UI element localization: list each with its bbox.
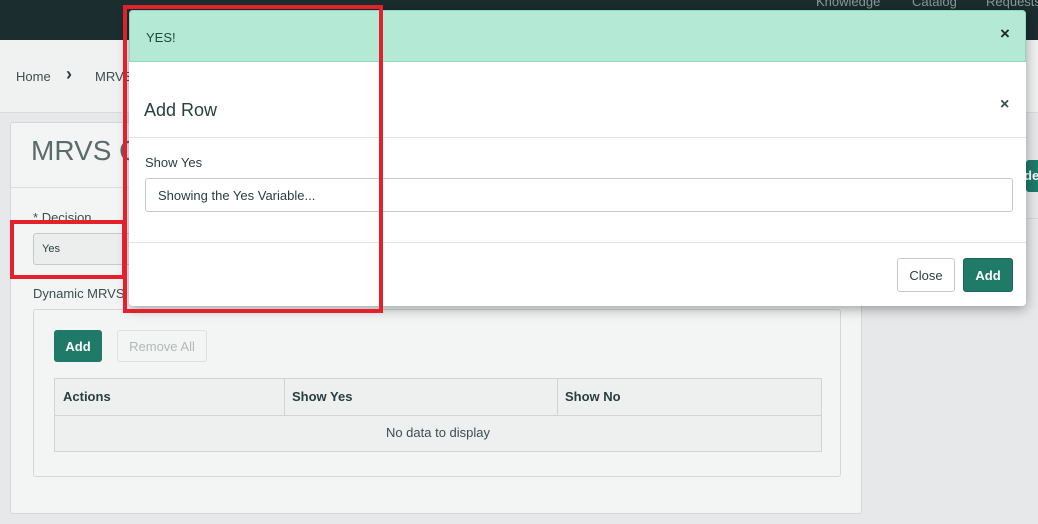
divider (129, 137, 1026, 138)
page-title: MRVS Q (31, 135, 141, 166)
side-action-button[interactable]: de (1026, 160, 1038, 192)
decision-value: Yes (42, 243, 60, 255)
column-divider (557, 379, 558, 415)
empty-message: No data to display (385, 425, 491, 440)
decision-select[interactable]: Yes (33, 233, 143, 265)
mrvs-container: Add Remove All Actions Show Yes Show No … (33, 309, 841, 477)
show-yes-input[interactable] (145, 178, 1013, 212)
column-show-no: Show No (565, 389, 621, 404)
column-divider (284, 379, 285, 415)
required-marker: * (33, 210, 39, 225)
success-alert: YES! × (129, 10, 1026, 62)
remove-all-button[interactable]: Remove All (117, 330, 207, 362)
nav-requests[interactable]: Requests (986, 0, 1038, 9)
nav-knowledge[interactable]: Knowledge (816, 0, 880, 9)
modal-close-icon[interactable]: × (1000, 96, 1009, 114)
column-show-yes: Show Yes (292, 389, 353, 404)
mrvs-table: Actions Show Yes Show No No data to disp… (54, 378, 822, 452)
breadcrumb-current[interactable]: MRVS (95, 69, 132, 84)
chevron-right-icon: › (66, 64, 72, 84)
add-button[interactable]: Add (963, 258, 1013, 292)
add-row-modal: YES! × Add Row × Show Yes Close Add (129, 10, 1026, 306)
breadcrumb-home[interactable]: Home (16, 69, 51, 84)
alert-message: YES! (146, 30, 176, 45)
show-yes-label: Show Yes (145, 155, 203, 170)
alert-close-icon[interactable]: × (1000, 24, 1010, 44)
side-action-label: de (1026, 168, 1038, 183)
add-row-button[interactable]: Add (54, 330, 102, 362)
decision-label: * Decision (33, 210, 92, 225)
table-header: Actions Show Yes Show No (55, 379, 821, 416)
nav-catalog[interactable]: Catalog (912, 0, 957, 9)
close-button[interactable]: Close (897, 258, 955, 292)
decision-label-text: Decision (41, 210, 92, 225)
column-actions: Actions (63, 389, 111, 404)
dynamic-mrvs-label: Dynamic MRVS (33, 286, 125, 301)
modal-title: Add Row (144, 100, 218, 120)
divider (129, 242, 1026, 243)
